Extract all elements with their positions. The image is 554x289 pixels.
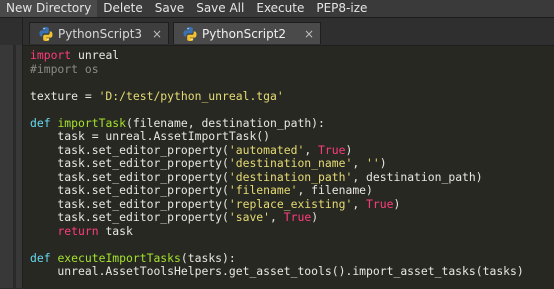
code-token: unreal bbox=[71, 48, 120, 62]
string-token: 'destination_name' bbox=[228, 156, 353, 170]
keyword-token: return bbox=[57, 223, 99, 238]
code-line[interactable]: task.set_editor_property('destination_na… bbox=[30, 156, 524, 171]
code-line[interactable] bbox=[30, 103, 524, 117]
string-token: 'save' bbox=[228, 210, 271, 224]
tab-pythonscript2[interactable]: PythonScript2 × bbox=[173, 22, 321, 44]
code-token: task.set_editor_property( bbox=[30, 183, 229, 197]
boolean-token: True bbox=[283, 210, 312, 224]
toolbar: New Directory Delete Save Save All Execu… bbox=[0, 0, 554, 18]
def-keyword-token: def bbox=[30, 250, 51, 265]
code-line[interactable]: task = unreal.AssetImportTask() bbox=[30, 129, 524, 144]
code-line[interactable]: task.set_editor_property('automated', Tr… bbox=[30, 142, 524, 158]
file-tree-header bbox=[0, 18, 22, 45]
execute-button[interactable]: Execute bbox=[250, 0, 310, 17]
code-line[interactable]: task.set_editor_property('save', True) bbox=[30, 210, 524, 225]
code-line[interactable]: def executeImportTasks(tasks): bbox=[30, 250, 524, 266]
code-token: task.set_editor_property( bbox=[30, 196, 229, 211]
code-token: , filename) bbox=[297, 183, 373, 197]
code-token: , bbox=[270, 210, 284, 224]
string-token: '' bbox=[366, 156, 380, 170]
string-token: 'automated' bbox=[228, 142, 305, 157]
close-tab-icon[interactable]: × bbox=[304, 28, 314, 40]
code-token: texture = bbox=[30, 88, 99, 103]
code-line[interactable]: task.set_editor_property('destination_pa… bbox=[30, 169, 524, 185]
code-token: task.set_editor_property( bbox=[30, 156, 229, 170]
python-file-icon bbox=[183, 26, 197, 41]
close-tab-icon[interactable]: × bbox=[152, 28, 162, 40]
save-all-button[interactable]: Save All bbox=[190, 0, 250, 17]
string-token: 'replace_existing' bbox=[228, 196, 353, 211]
function-name-token: importTask bbox=[57, 115, 127, 130]
code-token: , bbox=[304, 142, 319, 157]
boolean-token: True bbox=[318, 142, 346, 157]
code-line[interactable] bbox=[30, 238, 524, 252]
code-token: ) bbox=[311, 210, 319, 224]
code-token: ) bbox=[345, 142, 353, 157]
code-token: (filename, destination_path): bbox=[126, 115, 325, 130]
new-directory-button[interactable]: New Directory bbox=[0, 0, 98, 17]
code-editor[interactable]: import unreal #import os texture = 'D:/te… bbox=[23, 45, 554, 289]
code-line[interactable]: task.set_editor_property('replace_existi… bbox=[30, 196, 524, 212]
code-token: , bbox=[352, 196, 367, 211]
save-button[interactable]: Save bbox=[149, 0, 190, 17]
file-tree-scrollbar[interactable] bbox=[13, 45, 16, 288]
code-token: unreal.AssetToolsHelpers.get_asset_tools… bbox=[30, 264, 524, 278]
code-line[interactable]: task.set_editor_property('filename', fil… bbox=[30, 183, 524, 198]
code-token: , destination_path) bbox=[352, 169, 483, 184]
tab-bar: PythonScript3 × PythonScript2 × bbox=[23, 18, 554, 45]
string-token: 'filename' bbox=[228, 183, 298, 197]
code-line[interactable]: return task bbox=[30, 223, 524, 239]
delete-button[interactable]: Delete bbox=[97, 0, 148, 17]
code-token: task.set_editor_property( bbox=[30, 169, 229, 184]
tab-label: PythonScript3 bbox=[58, 26, 143, 41]
file-tree-panel bbox=[0, 18, 23, 288]
code-line[interactable] bbox=[30, 76, 524, 90]
python-file-icon bbox=[39, 26, 53, 41]
code-text[interactable]: import unreal #import os texture = 'D:/te… bbox=[30, 48, 524, 279]
code-token: , bbox=[352, 156, 367, 170]
boolean-token: True bbox=[366, 196, 394, 211]
code-line[interactable]: texture = 'D:/test/python_unreal.tga' bbox=[30, 88, 524, 104]
string-token: 'destination_path' bbox=[228, 169, 353, 184]
code-token: task = unreal.AssetImportTask() bbox=[30, 129, 271, 143]
code-token: ) bbox=[379, 156, 387, 170]
def-keyword-token: def bbox=[30, 115, 51, 130]
code-token: task bbox=[98, 223, 133, 238]
code-token: task.set_editor_property( bbox=[30, 142, 229, 157]
pep8-ize-button[interactable]: PEP8-ize bbox=[310, 0, 373, 17]
keyword-token: import bbox=[30, 48, 72, 62]
function-name-token: executeImportTasks bbox=[57, 250, 181, 265]
tab-pythonscript3[interactable]: PythonScript3 × bbox=[29, 22, 169, 44]
code-line[interactable]: import unreal bbox=[30, 48, 524, 63]
code-token: (tasks): bbox=[180, 250, 236, 265]
comment-token: #import os bbox=[30, 61, 99, 76]
code-line[interactable]: #import os bbox=[30, 61, 524, 77]
code-token: task.set_editor_property( bbox=[30, 210, 229, 224]
string-token: 'D:/test/python_unreal.tga' bbox=[98, 88, 284, 103]
tab-label: PythonScript2 bbox=[202, 26, 287, 41]
code-token: ) bbox=[393, 196, 401, 211]
code-line[interactable]: def importTask(filename, destination_pat… bbox=[30, 115, 524, 131]
code-line[interactable]: unreal.AssetToolsHelpers.get_asset_tools… bbox=[30, 264, 524, 279]
